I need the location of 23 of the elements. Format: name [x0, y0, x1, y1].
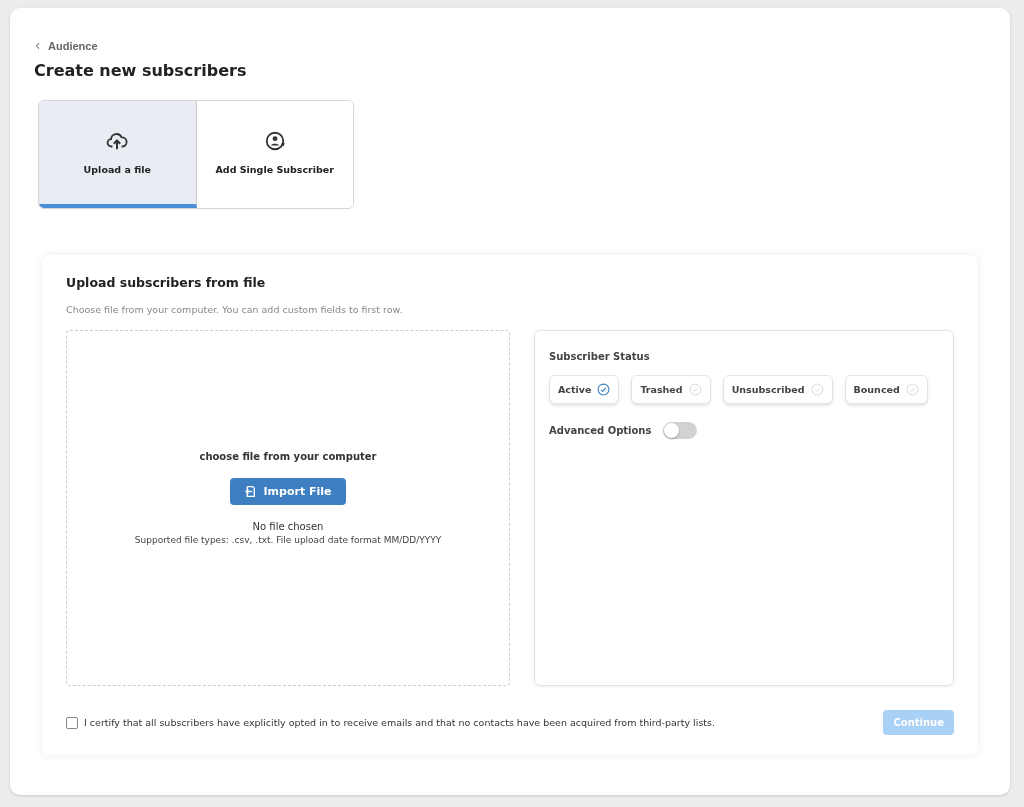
advanced-options-label: Advanced Options [549, 425, 652, 436]
chevron-left-icon [34, 42, 42, 50]
file-status: No file chosen [252, 521, 324, 532]
status-option[interactable]: Active [549, 375, 620, 404]
section-subtitle: Choose file from your computer. You can add custom fields to first row. [66, 304, 404, 315]
checkbox[interactable] [66, 716, 78, 729]
certify-label: I certify that all subscribers have explicitly opted in to receive emails and that no contacts have been acquired from third-party lists. [84, 717, 716, 728]
status-option[interactable]: Bounced [844, 375, 928, 404]
dropzone-prompt: choose file from your computer [199, 451, 377, 462]
import-file-button[interactable]: Import File [230, 478, 346, 505]
status-label: Subscriber Status [549, 351, 651, 362]
file-import-icon [244, 485, 258, 498]
section-heading: Upload subscribers from file [66, 275, 267, 290]
page-title: Create new subscribers [34, 61, 248, 80]
file-dropzone[interactable]: choose file from your computer Import File No file chosen Supported file types: .csv, .txt. File upload date format MM/DD/YYYY [66, 330, 510, 686]
back-link[interactable]: Audience [34, 40, 98, 52]
tab[interactable]: Upload a file [39, 101, 197, 208]
status-option[interactable]: Unsubscribed [722, 375, 833, 404]
file-types-hint: Supported file types: .csv, .txt. File upload date format MM/DD/YYYY [134, 535, 442, 545]
cloud-upload-icon [106, 130, 129, 152]
toggle-switch[interactable] [663, 422, 698, 439]
person-sync-icon [263, 130, 286, 152]
status-option[interactable]: Trashed [631, 375, 711, 404]
